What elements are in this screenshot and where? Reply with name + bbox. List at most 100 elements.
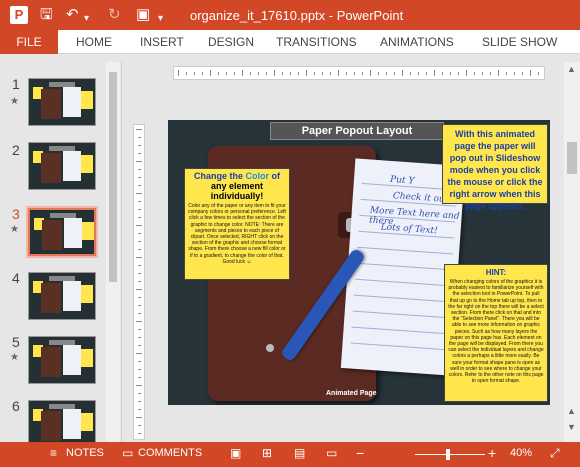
ruler-tick: [136, 417, 142, 418]
ruler-tick: [136, 129, 142, 130]
thumbnail-number: 6: [12, 398, 20, 414]
scroll-up-icon[interactable]: ▲: [567, 64, 576, 74]
ruler-tick: [298, 72, 299, 75]
slide-thumbnails-pane: 1 ★ 2 3 ★ 4 5 ★ 6: [0, 62, 122, 448]
scrollbar-thumb[interactable]: [109, 72, 117, 282]
horizontal-ruler: [173, 66, 545, 80]
ruler-tick: [136, 193, 142, 194]
ruler-tick: [234, 72, 235, 75]
ruler-tick: [138, 393, 141, 394]
slide-thumbnail-1[interactable]: [28, 78, 96, 126]
ruler-tick: [330, 72, 331, 75]
tab-home[interactable]: HOME: [76, 30, 112, 54]
fit-to-window-icon[interactable]: ⤢: [550, 446, 560, 461]
zoom-level[interactable]: 40%: [510, 447, 532, 459]
ruler-tick: [210, 70, 211, 76]
tab-file[interactable]: FILE: [0, 30, 58, 54]
tab-slide-show[interactable]: SLIDE SHOW: [482, 30, 557, 54]
ruler-tick: [138, 361, 141, 362]
slide-scrollbar[interactable]: ▲ ▲ ▼: [564, 62, 580, 442]
previous-slide-icon[interactable]: ▲: [567, 406, 576, 416]
tab-animations[interactable]: ANIMATIONS: [380, 30, 454, 54]
comments-icon[interactable]: ▭: [122, 446, 133, 460]
undo-dropdown-icon[interactable]: ▾: [84, 9, 89, 29]
ruler-tick: [514, 72, 515, 75]
hint-callout[interactable]: HINT: When changing colors of the graphi…: [444, 264, 548, 402]
tab-insert[interactable]: INSERT: [140, 30, 184, 54]
comments-button[interactable]: COMMENTS: [138, 447, 202, 459]
zoom-out-button[interactable]: −: [356, 445, 364, 461]
ruler-tick: [138, 233, 141, 234]
ruler-tick: [138, 409, 141, 410]
slide-footer[interactable]: Animated Page: [326, 390, 377, 397]
slide-thumbnail-3[interactable]: [26, 206, 98, 258]
ruler-tick: [458, 72, 459, 75]
notes-button[interactable]: NOTES: [66, 447, 104, 459]
slide-sorter-icon[interactable]: ⊞: [262, 446, 272, 460]
ruler-tick: [138, 153, 141, 154]
paper-handwriting: Check it out: [392, 191, 449, 205]
slide-canvas[interactable]: Put Y Check it out More Text here and th…: [168, 120, 550, 405]
ruler-tick: [410, 72, 411, 75]
color-tip-callout[interactable]: Change the Color of any element individu…: [184, 168, 290, 280]
ruler-tick: [136, 385, 142, 386]
save-icon[interactable]: 🖫: [40, 5, 53, 25]
slide-thumbnail-6[interactable]: [28, 400, 96, 448]
callout-heading: HINT:: [485, 268, 507, 277]
normal-view-icon[interactable]: ▣: [230, 446, 241, 460]
ruler-tick: [138, 369, 141, 370]
scrollbar-thumb[interactable]: [567, 142, 577, 174]
redo-icon[interactable]: ↻: [108, 5, 121, 25]
ruler-tick: [136, 321, 142, 322]
pen-tip: [266, 344, 274, 352]
ruler-tick: [138, 201, 141, 202]
ruler-tick: [138, 425, 141, 426]
notes-icon[interactable]: ≡: [50, 446, 57, 460]
slide-thumbnail-2[interactable]: [28, 142, 96, 190]
undo-icon[interactable]: ↶: [66, 5, 79, 25]
callout-heading: any element individually!: [210, 181, 264, 201]
ruler-tick: [314, 72, 315, 75]
ruler-tick: [346, 72, 347, 75]
ruler-tick: [138, 217, 141, 218]
ruler-tick: [202, 72, 203, 75]
thumbnail-number: 2: [12, 142, 20, 158]
ruler-tick: [426, 72, 427, 75]
next-slide-icon[interactable]: ▼: [567, 422, 576, 432]
slideshow-icon[interactable]: ▣: [136, 5, 150, 25]
ruler-tick: [138, 329, 141, 330]
ruler-tick: [274, 70, 275, 76]
ruler-tick: [138, 273, 141, 274]
callout-heading: Change the Color of: [193, 171, 280, 181]
ruler-tick: [538, 72, 539, 75]
zoom-slider-handle[interactable]: [446, 449, 450, 460]
callout-body: With this animated page the paper will p…: [447, 129, 543, 211]
customize-toolbar-icon[interactable]: ▾: [158, 9, 163, 29]
ruler-tick: [354, 72, 355, 75]
reading-view-icon[interactable]: ▤: [294, 446, 305, 460]
tab-transitions[interactable]: TRANSITIONS: [276, 30, 357, 54]
slide-thumbnail-5[interactable]: [28, 336, 96, 384]
ruler-tick: [138, 305, 141, 306]
ruler-tick: [306, 70, 307, 76]
slideshow-view-icon[interactable]: ▭: [326, 446, 337, 460]
title-bar: P 🖫 ↶ ▾ ↻ ▣ ▾ organize_it_17610.pptx - P…: [0, 0, 580, 30]
zoom-slider[interactable]: [415, 454, 485, 455]
slide-title[interactable]: Paper Popout Layout: [270, 122, 444, 140]
status-bar: ≡ NOTES ▭ COMMENTS ▣ ⊞ ▤ ▭ − + 40% ⤢: [0, 442, 580, 467]
ruler-tick: [138, 377, 141, 378]
ruler-tick: [266, 72, 267, 75]
thumbnails-scrollbar[interactable]: [106, 62, 120, 442]
ruler-tick: [138, 313, 141, 314]
ruler-tick: [138, 209, 141, 210]
ruler-tick: [136, 289, 142, 290]
ruler-tick: [178, 70, 179, 76]
animation-info-callout[interactable]: With this animated page the paper will p…: [442, 124, 548, 211]
zoom-in-button[interactable]: +: [488, 445, 496, 461]
thumbnail-number: 1: [12, 76, 20, 92]
slide-thumbnail-4[interactable]: [28, 272, 96, 320]
animation-star-icon: ★: [10, 224, 19, 235]
ruler-tick: [136, 225, 142, 226]
tab-design[interactable]: DESIGN: [208, 30, 254, 54]
ruler-tick: [138, 401, 141, 402]
